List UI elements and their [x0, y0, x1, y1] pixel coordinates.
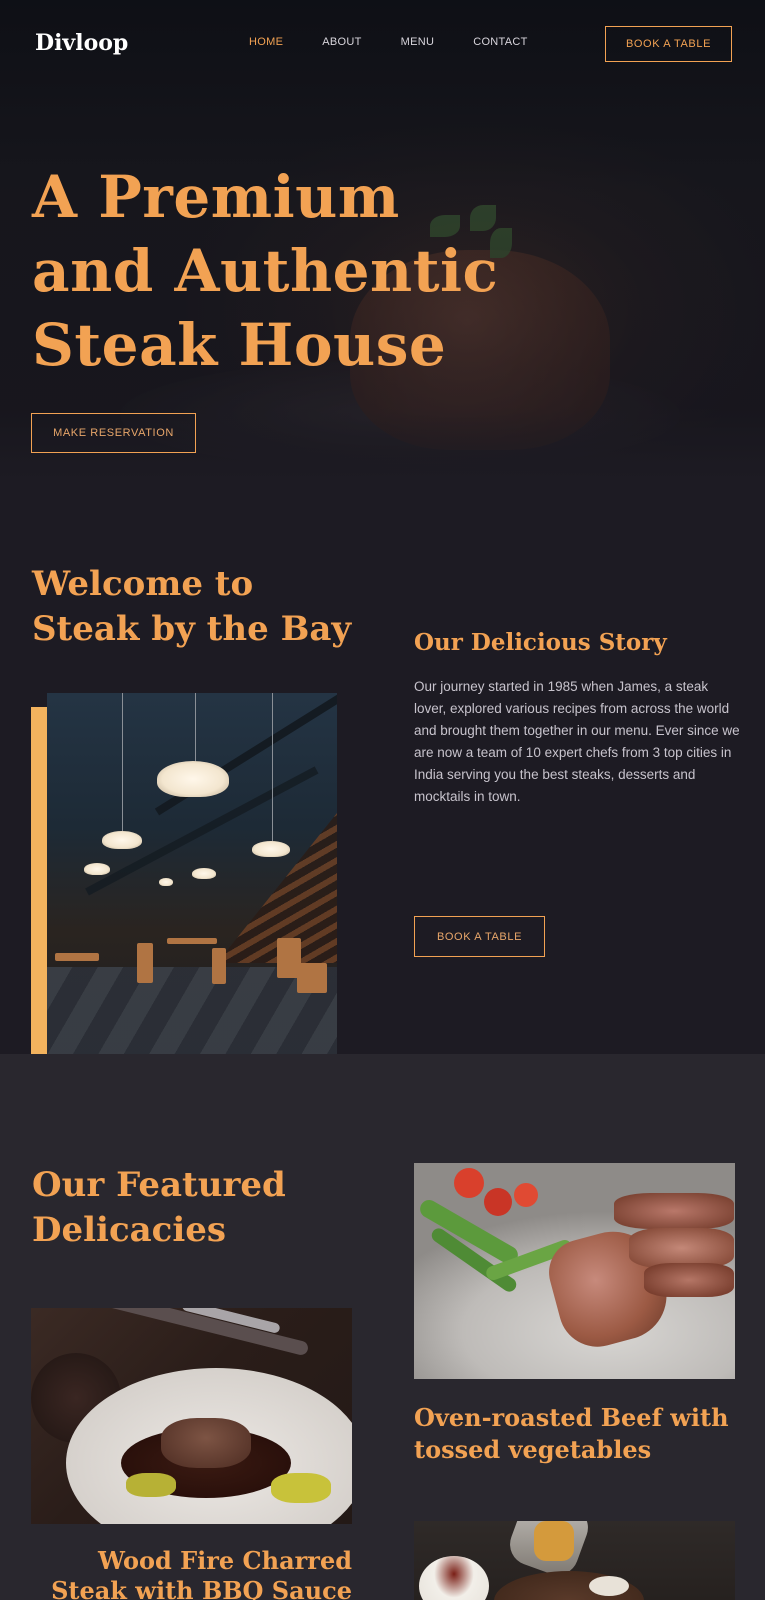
featured-title-line: Our Featured [32, 1165, 286, 1205]
nav-item-home[interactable]: HOME [249, 36, 283, 48]
welcome-title: Welcome to Steak by the Bay [32, 562, 351, 652]
featured-title: Our Featured Delicacies [32, 1163, 286, 1253]
hero-title-line: Steak House [32, 311, 447, 379]
dish-title-beef: Oven-roasted Beef with tossed vegetables [414, 1403, 729, 1464]
book-table-button[interactable]: BOOK A TABLE [605, 26, 732, 62]
dish-image-steak[interactable] [31, 1308, 352, 1524]
featured-title-line: Delicacies [32, 1210, 227, 1250]
site-logo[interactable]: Divloop [35, 30, 128, 56]
nav-item-menu[interactable]: MENU [401, 36, 435, 48]
welcome-title-line: Welcome to [32, 564, 254, 604]
welcome-title-line: Steak by the Bay [32, 609, 352, 649]
hero-title-line: A Premium [32, 163, 400, 231]
dish-title-steak: Wood Fire Charred Steak with BBQ Sauce [51, 1546, 352, 1600]
nav-item-about[interactable]: ABOUT [322, 36, 361, 48]
story-title: Our Delicious Story [414, 629, 667, 656]
nav-item-contact[interactable]: CONTACT [473, 36, 527, 48]
hero-title: A Premium and Authentic Steak House [32, 160, 498, 382]
book-table-button-secondary[interactable]: BOOK A TABLE [414, 916, 545, 957]
dish-image-beef[interactable] [414, 1163, 735, 1379]
make-reservation-button[interactable]: MAKE RESERVATION [31, 413, 196, 453]
restaurant-interior-image [47, 693, 337, 1077]
main-nav: HOME ABOUT MENU CONTACT [249, 36, 567, 48]
hero-title-line: and Authentic [32, 237, 499, 305]
story-text: Our journey started in 1985 when James, … [414, 679, 740, 804]
dish-image-burger[interactable] [414, 1521, 735, 1600]
